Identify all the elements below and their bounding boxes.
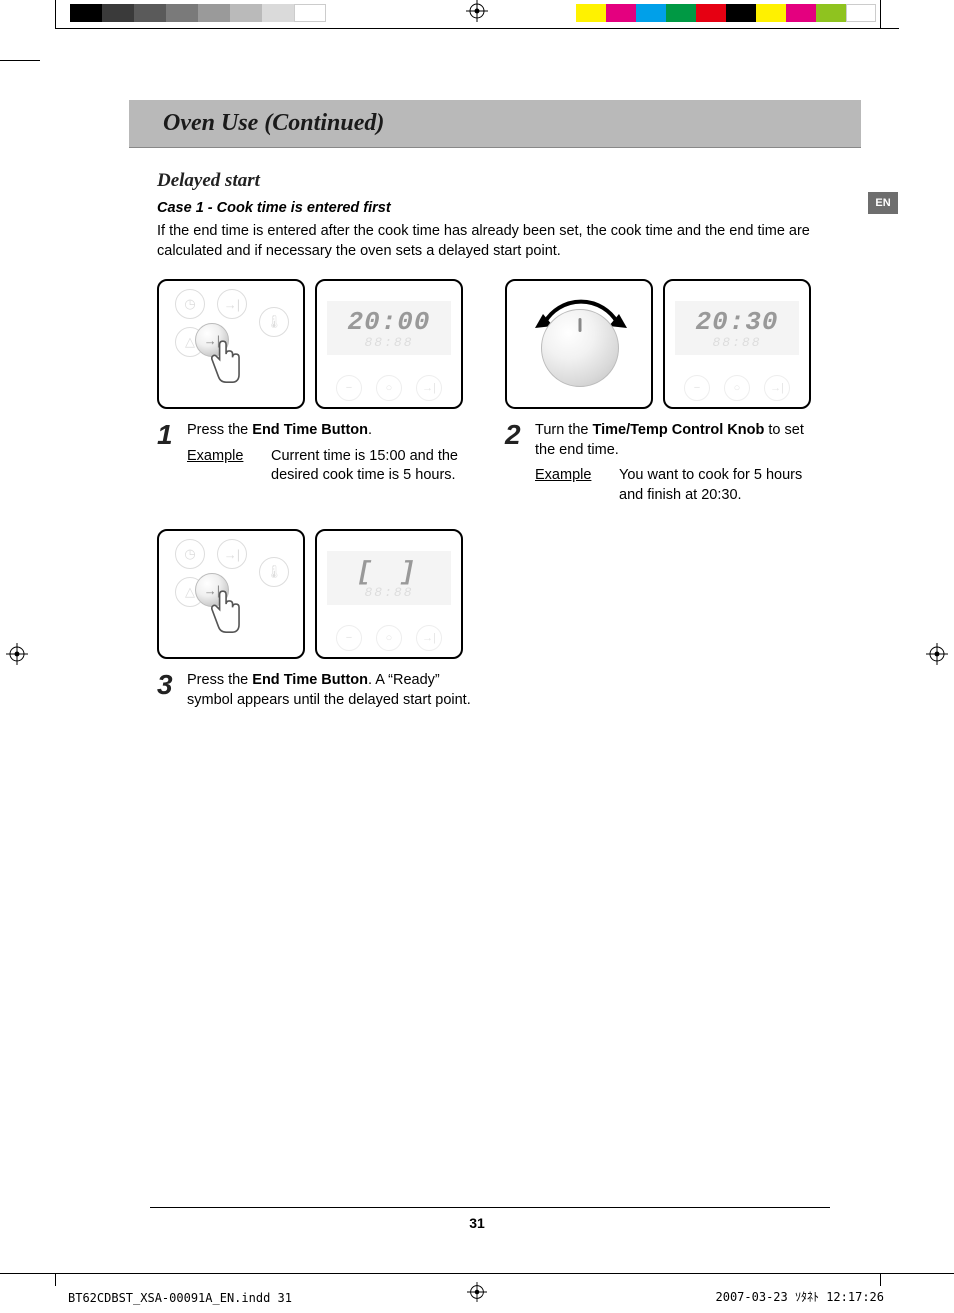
- case-label: Case 1 - Cook time is entered first: [157, 200, 833, 216]
- registration-mark-icon: [6, 643, 28, 671]
- lcd-readout: [ ]: [357, 557, 422, 587]
- end-time-icon: →|: [217, 289, 247, 319]
- step-1: ◷ →| △ 🌡 →| 20:00 88:88: [157, 279, 477, 505]
- step-number: 1: [157, 421, 179, 486]
- step-number: 3: [157, 671, 179, 710]
- print-footer: BT62CDBST_XSA-00091A_EN.indd 31 2007-03-…: [0, 1273, 954, 1313]
- clock-icon: ◷: [175, 539, 205, 569]
- end-icon: →|: [416, 625, 442, 651]
- page-content: Oven Use (Continued) Delayed start Case …: [135, 100, 855, 735]
- end-icon: →|: [764, 375, 790, 401]
- knob-panel-illustration: [505, 279, 653, 409]
- minus-icon: −: [336, 625, 362, 651]
- thermometer-icon: 🌡: [259, 557, 289, 587]
- display-panel-illustration: [ ] 88:88 − ○ →|: [315, 529, 463, 659]
- grayscale-swatches: [70, 4, 326, 22]
- clock-icon: ◷: [175, 289, 205, 319]
- section-title: Oven Use (Continued): [163, 110, 384, 137]
- section-title-bar: Oven Use (Continued): [129, 100, 861, 148]
- footer-rule: [150, 1207, 830, 1208]
- display-panel-illustration: 20:30 88:88 − ○ →|: [663, 279, 811, 409]
- circle-icon: ○: [724, 375, 750, 401]
- end-icon: →|: [416, 375, 442, 401]
- footer-filename: BT62CDBST_XSA-00091A_EN.indd 31: [68, 1291, 292, 1305]
- print-registration-top: [0, 0, 954, 30]
- hand-press-icon: [203, 339, 247, 393]
- end-time-icon: →|: [217, 539, 247, 569]
- lcd-ghost: 88:88: [712, 335, 761, 350]
- panel-bottom-buttons: − ○ →|: [317, 625, 461, 651]
- lcd-readout: 20:30: [695, 307, 778, 337]
- example-label: Example: [187, 447, 257, 486]
- step-text: Turn the Time/Temp Control Knob to set t…: [535, 422, 804, 458]
- step-text: Press the End Time Button. A “Ready” sym…: [187, 672, 471, 708]
- lcd-ghost: 88:88: [364, 585, 413, 600]
- step-3: ◷ →| △ 🌡 →| [ ] 88:88: [157, 529, 477, 710]
- language-tab: EN: [868, 192, 898, 214]
- circle-icon: ○: [376, 625, 402, 651]
- lcd-readout: 20:00: [347, 307, 430, 337]
- control-knob: [541, 309, 619, 387]
- step-2: 20:30 88:88 − ○ →| 2 Turn the Time/Temp …: [505, 279, 825, 505]
- thermometer-icon: 🌡: [259, 307, 289, 337]
- example-text: You want to cook for 5 hours and finish …: [619, 466, 825, 505]
- circle-icon: ○: [376, 375, 402, 401]
- example-text: Current time is 15:00 and the desired co…: [271, 447, 477, 486]
- registration-mark-icon: [926, 643, 948, 671]
- registration-mark-icon: [466, 0, 488, 28]
- minus-icon: −: [684, 375, 710, 401]
- control-panel-illustration: ◷ →| △ 🌡 →|: [157, 529, 305, 659]
- footer-timestamp: 2007-03-23 ｿﾀﾈﾄ 12:17:26: [716, 1288, 885, 1305]
- lcd-ghost: 88:88: [364, 335, 413, 350]
- example-label: Example: [535, 466, 605, 505]
- display-panel-illustration: 20:00 88:88 − ○ →|: [315, 279, 463, 409]
- step-text: Press the End Time Button.: [187, 422, 372, 438]
- control-panel-illustration: ◷ →| △ 🌡 →|: [157, 279, 305, 409]
- intro-paragraph: If the end time is entered after the coo…: [157, 222, 833, 261]
- subheading: Delayed start: [157, 170, 833, 192]
- page-number: 31: [0, 1215, 954, 1231]
- step-number: 2: [505, 421, 527, 505]
- color-swatches: [576, 4, 876, 22]
- registration-mark-icon: [467, 1282, 487, 1307]
- panel-bottom-buttons: − ○ →|: [665, 375, 809, 401]
- hand-press-icon: [203, 589, 247, 643]
- minus-icon: −: [336, 375, 362, 401]
- crop-tick: [0, 60, 40, 61]
- panel-bottom-buttons: − ○ →|: [317, 375, 461, 401]
